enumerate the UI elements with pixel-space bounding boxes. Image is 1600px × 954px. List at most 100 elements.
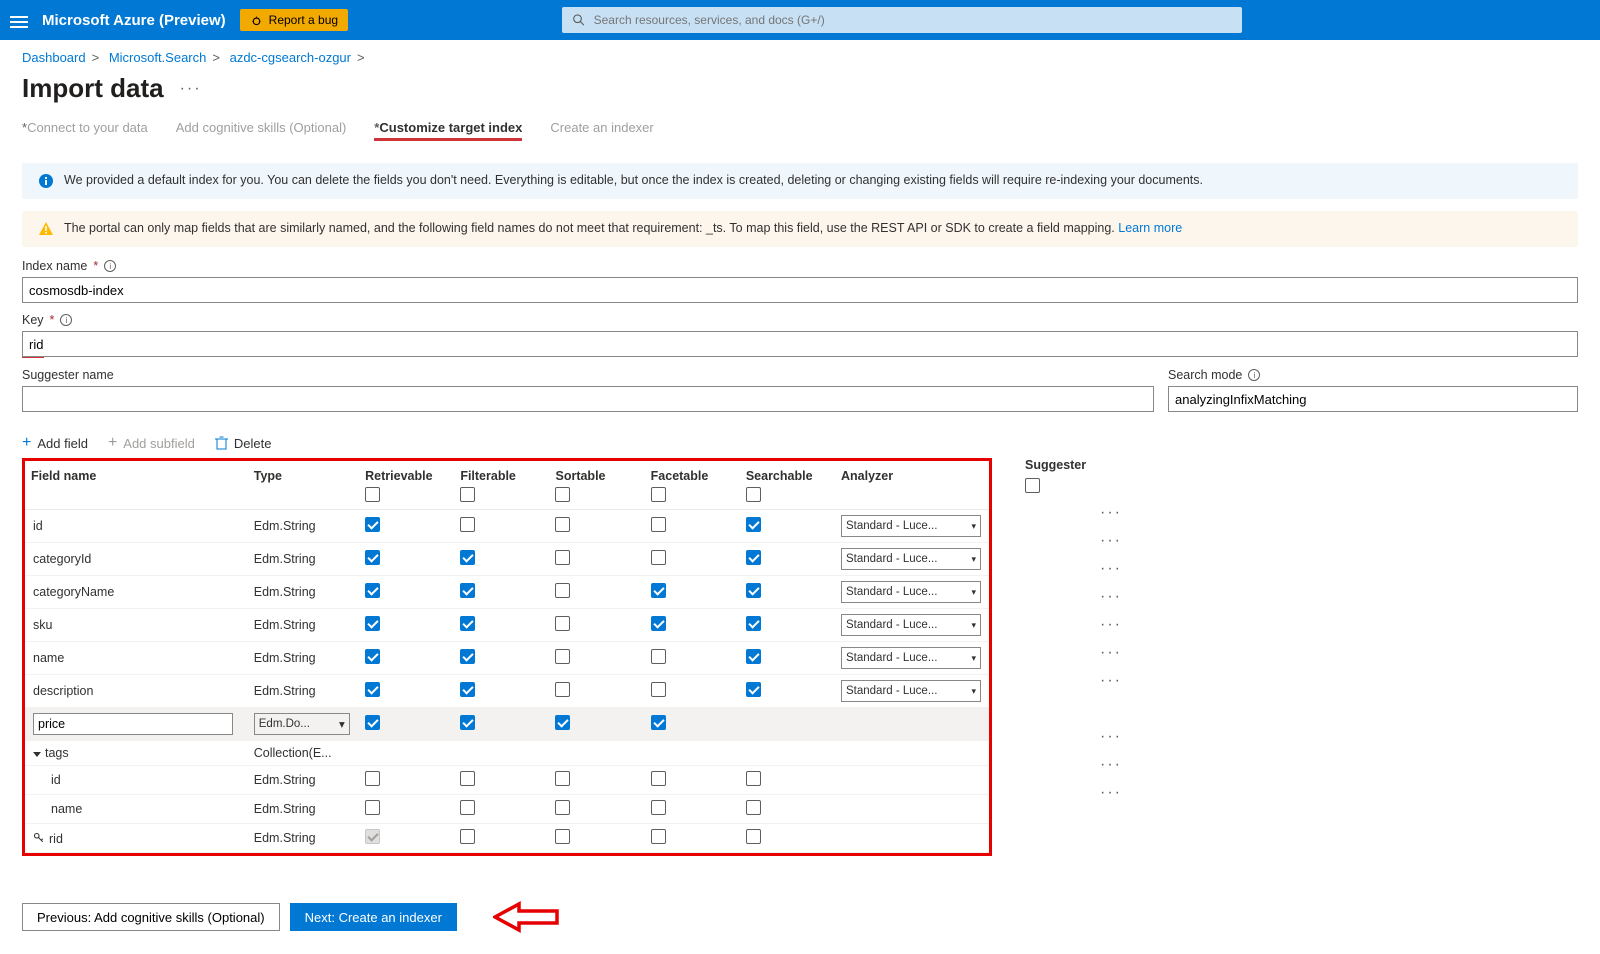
suggester-all-checkbox[interactable]: [1025, 478, 1040, 493]
table-row[interactable]: skuEdm.StringStandard - Luce...▾: [25, 609, 989, 642]
checkbox[interactable]: [555, 550, 570, 565]
checkbox[interactable]: [555, 800, 570, 815]
checkbox[interactable]: [746, 800, 761, 815]
checkbox[interactable]: [555, 517, 570, 532]
tab-connect[interactable]: *Connect to your data: [22, 120, 148, 147]
checkbox[interactable]: [555, 583, 570, 598]
row-more-icon[interactable]: ···: [1100, 588, 1122, 606]
add-field-button[interactable]: +Add field: [22, 434, 88, 452]
row-more-icon[interactable]: ···: [1100, 728, 1122, 746]
checkbox[interactable]: [365, 771, 380, 786]
table-row[interactable]: descriptionEdm.StringStandard - Luce...▾: [25, 675, 989, 708]
row-more-icon[interactable]: ···: [1100, 644, 1122, 662]
checkbox[interactable]: [460, 583, 475, 598]
next-button[interactable]: Next: Create an indexer: [290, 903, 457, 931]
checkbox[interactable]: [651, 583, 666, 598]
table-row[interactable]: categoryIdEdm.StringStandard - Luce...▾: [25, 543, 989, 576]
analyzer-select[interactable]: Standard - Luce...▾: [841, 680, 981, 702]
analyzer-select[interactable]: Standard - Luce...▾: [841, 614, 981, 636]
table-row[interactable]: categoryNameEdm.StringStandard - Luce...…: [25, 576, 989, 609]
chevron-down-icon[interactable]: [33, 752, 41, 757]
checkbox[interactable]: [365, 829, 380, 844]
checkbox[interactable]: [460, 550, 475, 565]
checkbox[interactable]: [746, 517, 761, 532]
checkbox[interactable]: [460, 649, 475, 664]
table-row[interactable]: Edm.Do...▾: [25, 708, 989, 741]
tab-cognitive[interactable]: Add cognitive skills (Optional): [176, 120, 347, 147]
checkbox[interactable]: [555, 682, 570, 697]
analyzer-select[interactable]: Standard - Luce...▾: [841, 581, 981, 603]
checkbox[interactable]: [651, 550, 666, 565]
tab-customize-index[interactable]: *Customize target index: [374, 120, 522, 147]
table-row[interactable]: idEdm.String: [25, 766, 989, 795]
checkbox[interactable]: [746, 829, 761, 844]
page-more-icon[interactable]: ···: [180, 80, 202, 98]
search-mode-input[interactable]: [1168, 386, 1578, 412]
checkbox[interactable]: [651, 829, 666, 844]
key-input[interactable]: [22, 331, 1578, 357]
checkbox[interactable]: [365, 715, 380, 730]
checkbox[interactable]: [365, 800, 380, 815]
suggester-name-input[interactable]: [22, 386, 1154, 412]
global-search[interactable]: [562, 7, 1242, 33]
search-input[interactable]: [594, 13, 1232, 27]
checkbox[interactable]: [555, 616, 570, 631]
hamburger-icon[interactable]: [10, 13, 28, 27]
checkbox[interactable]: [460, 715, 475, 730]
analyzer-select[interactable]: Standard - Luce...▾: [841, 548, 981, 570]
info-circle-icon[interactable]: i: [60, 314, 72, 326]
table-row[interactable]: nameEdm.String: [25, 795, 989, 824]
table-row[interactable]: nameEdm.StringStandard - Luce...▾: [25, 642, 989, 675]
table-row[interactable]: ridEdm.String: [25, 824, 989, 853]
row-more-icon[interactable]: ···: [1100, 560, 1122, 578]
checkbox[interactable]: [460, 682, 475, 697]
checkbox[interactable]: [365, 682, 380, 697]
report-bug-button[interactable]: Report a bug: [240, 9, 348, 31]
info-circle-icon[interactable]: i: [1248, 369, 1260, 381]
checkbox[interactable]: [746, 682, 761, 697]
analyzer-select[interactable]: Standard - Luce...▾: [841, 647, 981, 669]
table-row[interactable]: idEdm.StringStandard - Luce...▾: [25, 510, 989, 543]
checkbox[interactable]: [460, 771, 475, 786]
sortable-all-checkbox[interactable]: [555, 487, 570, 502]
field-name-input[interactable]: [33, 713, 233, 735]
delete-button[interactable]: Delete: [215, 436, 272, 451]
checkbox[interactable]: [460, 616, 475, 631]
retrievable-all-checkbox[interactable]: [365, 487, 380, 502]
info-circle-icon[interactable]: i: [104, 260, 116, 272]
checkbox[interactable]: [555, 715, 570, 730]
tab-create-indexer[interactable]: Create an indexer: [550, 120, 653, 147]
checkbox[interactable]: [651, 715, 666, 730]
checkbox[interactable]: [555, 829, 570, 844]
checkbox[interactable]: [365, 517, 380, 532]
checkbox[interactable]: [651, 649, 666, 664]
row-more-icon[interactable]: ···: [1100, 504, 1122, 522]
breadcrumb-item[interactable]: azdc-cgsearch-ozgur: [230, 50, 351, 65]
checkbox[interactable]: [746, 550, 761, 565]
checkbox[interactable]: [365, 583, 380, 598]
type-select[interactable]: Edm.Do...▾: [254, 713, 350, 735]
checkbox[interactable]: [746, 771, 761, 786]
facetable-all-checkbox[interactable]: [651, 487, 666, 502]
index-name-input[interactable]: [22, 277, 1578, 303]
checkbox[interactable]: [365, 616, 380, 631]
checkbox[interactable]: [460, 517, 475, 532]
row-more-icon[interactable]: ···: [1100, 756, 1122, 774]
row-more-icon[interactable]: ···: [1100, 784, 1122, 802]
table-row[interactable]: tagsCollection(E...: [25, 741, 989, 766]
checkbox[interactable]: [365, 550, 380, 565]
checkbox[interactable]: [555, 649, 570, 664]
checkbox[interactable]: [460, 829, 475, 844]
previous-button[interactable]: Previous: Add cognitive skills (Optional…: [22, 903, 280, 931]
checkbox[interactable]: [460, 800, 475, 815]
analyzer-select[interactable]: Standard - Luce...▾: [841, 515, 981, 537]
breadcrumb-item[interactable]: Dashboard: [22, 50, 86, 65]
filterable-all-checkbox[interactable]: [460, 487, 475, 502]
searchable-all-checkbox[interactable]: [746, 487, 761, 502]
checkbox[interactable]: [651, 682, 666, 697]
add-subfield-button[interactable]: +Add subfield: [108, 434, 195, 452]
checkbox[interactable]: [555, 771, 570, 786]
checkbox[interactable]: [651, 800, 666, 815]
learn-more-link[interactable]: Learn more: [1118, 221, 1182, 235]
row-more-icon[interactable]: ···: [1100, 532, 1122, 550]
